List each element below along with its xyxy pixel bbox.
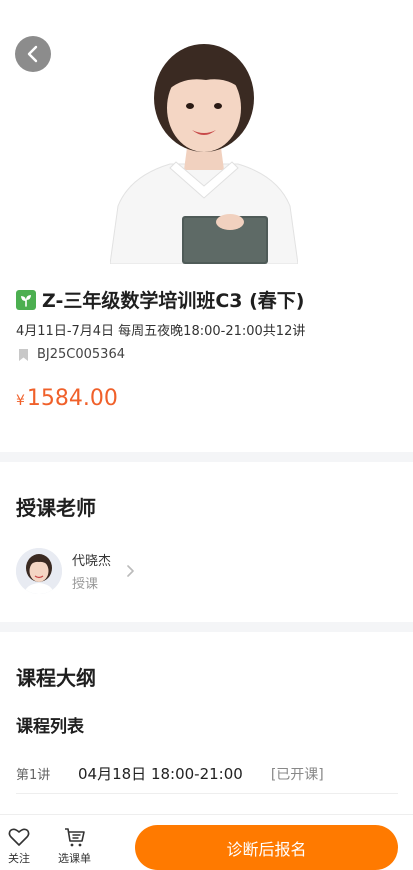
lesson-list-title: 课程列表 [16,717,84,737]
lesson-status: [已开课] [270,766,324,783]
course-price: ¥ 1584.00 [16,386,118,411]
teacher-section: 授课老师 代晓杰 授课 [0,462,413,622]
bookmark-icon [19,348,28,361]
back-button[interactable] [15,36,51,72]
price-value: 1584.00 [26,386,118,411]
chevron-right-icon [127,565,134,577]
avatar [16,548,62,594]
course-cart-button[interactable]: 选课单 [58,827,91,866]
price-currency: ¥ [16,393,25,409]
teacher-portrait [110,44,298,264]
chevron-left-icon [27,45,38,63]
hero-section [0,0,413,264]
heart-icon [8,828,30,846]
follow-button[interactable]: 关注 [8,827,30,866]
lesson-time: 04月18日 18:00-21:00 [78,765,243,783]
bottom-action-bar: 关注 选课单 诊断后报名 [0,814,413,870]
teacher-section-title: 授课老师 [16,496,96,520]
lesson-number: 第1讲 [16,768,51,783]
course-title: Z-三年级数学培训班C3 (春下) [42,290,305,312]
outline-section: 课程大纲 课程列表 第1讲 04月18日 18:00-21:00 [已开课] [0,632,413,814]
teacher-role: 授课 [72,577,99,592]
course-info-card: Z-三年级数学培训班C3 (春下) 4月11日-7月4日 每周五夜晚18:00-… [0,264,413,452]
sprout-icon [16,289,36,310]
teacher-item[interactable]: 代晓杰 授课 [16,548,135,594]
outline-section-title: 课程大纲 [16,666,96,690]
cart-label: 选课单 [58,852,91,865]
course-title-row: Z-三年级数学培训班C3 (春下) [16,286,304,313]
course-schedule: 4月11日-7月4日 每周五夜晚18:00-21:00共12讲 [16,324,306,339]
enroll-after-diagnosis-button[interactable]: 诊断后报名 [135,825,398,870]
teacher-name: 代晓杰 [72,554,112,569]
cart-list-icon [64,828,85,847]
course-code-row: BJ25C005364 [18,347,125,362]
follow-label: 关注 [8,852,30,865]
course-code: BJ25C005364 [37,347,125,362]
lesson-row[interactable]: 第1讲 04月18日 18:00-21:00 [已开课] [16,754,398,794]
